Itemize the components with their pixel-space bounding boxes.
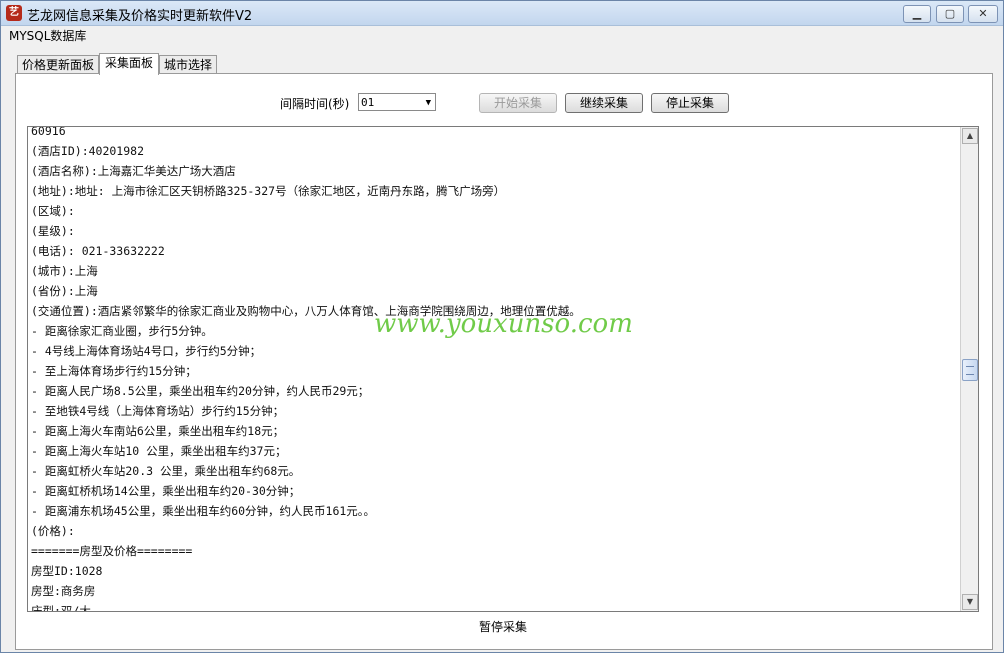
minimize-button[interactable]: ▁ [903, 5, 931, 23]
status-text: 暂停采集 [478, 620, 527, 634]
close-icon: ✕ [978, 7, 988, 20]
log-line: 房型:商务房 [31, 584, 96, 598]
log-line: (省份):上海 [31, 284, 98, 298]
log-line: (城市):上海 [31, 264, 98, 278]
log-line: (酒店名称):上海嘉汇华美达广场大酒店 [31, 164, 236, 178]
maximize-button[interactable]: ▢ [936, 5, 964, 23]
log-line: (电话): 021-33632222 [31, 244, 165, 258]
scroll-down-icon[interactable]: ▼ [962, 594, 978, 610]
log-line: =======房型及价格======== [31, 544, 193, 558]
interval-select[interactable]: 01 ▼ [358, 93, 436, 111]
interval-label: 间隔时间(秒) [280, 97, 350, 111]
app-logo-icon: 艺 [6, 5, 22, 21]
log-line: 房型ID:1028 [31, 564, 103, 578]
collect-panel: 间隔时间(秒) 01 ▼ 开始采集 继续采集 停止采集 60916 (酒店ID):… [15, 73, 993, 650]
log-line: - 距离上海火车站10 公里，乘坐出租车约37元； [31, 444, 287, 458]
tab-city-select[interactable]: 城市选择 [159, 55, 217, 74]
log-line: (星级): [31, 224, 75, 238]
scrollbar-thumb[interactable] [962, 359, 978, 381]
start-collect-button[interactable]: 开始采集 [479, 93, 557, 113]
log-content: 60916 (酒店ID):40201982 (酒店名称):上海嘉汇华美达广场大酒店 (… [31, 126, 951, 612]
maximize-icon: ▢ [944, 7, 956, 20]
log-line: - 距离浦东机场45公里，乘坐出租车约60分钟，约人民币161元。。 [31, 504, 376, 518]
log-line: - 距离虹桥机场14公里，乘坐出租车约20-30分钟； [31, 484, 301, 498]
log-line: - 距离虹桥火车站20.3 公里，乘坐出租车约68元。 [31, 464, 301, 478]
window-title: 艺龙网信息采集及价格实时更新软件V2 [27, 9, 253, 24]
vertical-scrollbar[interactable]: ▲ ▼ [960, 127, 978, 611]
log-line: (区域): [31, 204, 75, 218]
log-textarea[interactable]: 60916 (酒店ID):40201982 (酒店名称):上海嘉汇华美达广场大酒店 (… [27, 126, 979, 612]
tab-collect[interactable]: 采集面板 [99, 53, 159, 75]
log-line: (酒店ID):40201982 [31, 144, 145, 158]
tab-price-update[interactable]: 价格更新面板 [17, 55, 99, 74]
continue-collect-button[interactable]: 继续采集 [565, 93, 643, 113]
log-line: (价格): [31, 524, 75, 538]
stop-collect-button[interactable]: 停止采集 [651, 93, 729, 113]
interval-value: 01 [361, 96, 375, 109]
log-line: (地址):地址: 上海市徐汇区天钥桥路325-327号（徐家汇地区，近南丹东路，… [31, 184, 506, 198]
close-button[interactable]: ✕ [968, 5, 998, 23]
chevron-down-icon[interactable]: ▼ [426, 94, 431, 112]
log-line: - 距离上海火车南站6公里，乘坐出租车约18元； [31, 424, 285, 438]
title-bar[interactable]: 艺 艺龙网信息采集及价格实时更新软件V2 ▁ ▢ ✕ [1, 1, 1003, 26]
menu-item-mysql[interactable]: MYSQL数据库 [9, 27, 86, 44]
menu-bar: MYSQL数据库 [1, 26, 1003, 45]
app-window: 艺 艺龙网信息采集及价格实时更新软件V2 ▁ ▢ ✕ MYSQL数据库 价格更新… [0, 0, 1004, 653]
log-line: 床型:双/大 [31, 604, 91, 612]
log-line: - 4号线上海体育场站4号口，步行约5分钟； [31, 344, 262, 358]
log-line: - 距离徐家汇商业圈，步行5分钟。 [31, 324, 213, 338]
scroll-up-icon[interactable]: ▲ [962, 128, 978, 144]
log-line: - 至地铁4号线（上海体育场站）步行约15分钟； [31, 404, 285, 418]
log-line: - 距离人民广场8.5公里，乘坐出租车约20分钟，约人民币29元； [31, 384, 370, 398]
log-line: 60916 [31, 126, 66, 138]
minimize-icon: ▁ [912, 7, 922, 20]
log-line: - 至上海体育场步行约15分钟； [31, 364, 197, 378]
log-line: (交通位置):酒店紧邻繁华的徐家汇商业及购物中心，八万人体育馆、上海商学院围绕周… [31, 304, 581, 318]
